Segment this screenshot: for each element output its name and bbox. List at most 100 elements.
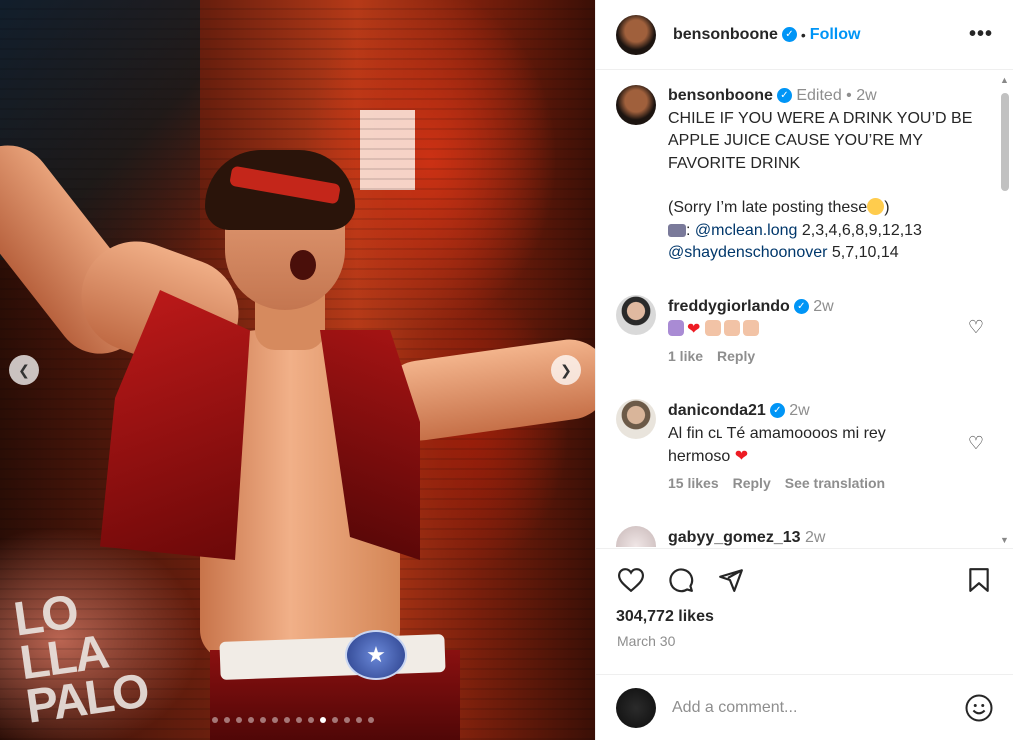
carousel-dot xyxy=(236,717,242,723)
caption-edited: Edited xyxy=(796,87,842,104)
performer-mouth xyxy=(290,250,316,280)
comment-time: 2w xyxy=(813,298,834,315)
carousel-next-button[interactable]: ❯ xyxy=(551,355,581,385)
carousel-dot xyxy=(284,717,290,723)
post-date: March 30 xyxy=(617,633,676,649)
scroll-up-arrow-icon[interactable]: ▲ xyxy=(1000,75,1009,85)
verified-badge-icon: ✓ xyxy=(769,403,785,419)
clapping-hands-icon xyxy=(742,320,759,336)
commenter-username[interactable]: gabyy_gomez_13 xyxy=(668,529,801,546)
comment-time: 2w xyxy=(789,402,810,419)
caption-credits-2: @shaydenschoonover 5,7,10,14 xyxy=(668,242,988,265)
clapping-hands-icon xyxy=(723,320,740,336)
comment-body: gabyy_gomez_13 2w xyxy=(668,526,948,547)
caption-sorry: (Sorry I’m late posting these xyxy=(668,199,868,216)
instagram-post-view: LOLLAPALO ★ ❮ ❯ bensonboone✓ • Follow xyxy=(0,0,1013,740)
comment-text: Al fin cʟ Té amamoooos mi rey hermoso ❤ xyxy=(668,422,948,468)
carousel-dot xyxy=(320,717,326,723)
carousel-dot xyxy=(344,717,350,723)
caption-sorry-end: ) xyxy=(884,199,890,216)
carousel-dot xyxy=(260,717,266,723)
performer-photo: ★ xyxy=(0,0,595,740)
credit-numbers-2: 5,7,10,14 xyxy=(827,244,899,261)
comment-time: 2w xyxy=(804,529,826,546)
caption-time: 2w xyxy=(856,87,877,104)
action-icons xyxy=(616,565,746,595)
comment-likes[interactable]: 1 like xyxy=(668,348,703,364)
scrollbar-thumb[interactable] xyxy=(1001,93,1009,191)
comment-item: daniconda21 ✓ 2w Al fin cʟ Té amamoooos m… xyxy=(616,399,986,495)
add-comment-input[interactable] xyxy=(672,698,964,717)
caption-separator: • xyxy=(846,87,852,104)
post-media[interactable]: LO LLA PALO ★ ❮ ❯ xyxy=(0,0,595,740)
mention-mclean-long[interactable]: @mclean.long xyxy=(695,222,798,239)
comment-item: freddygiorlando ✓ 2w ❤ 1 like Reply ♡ xyxy=(616,295,986,368)
comment-likes[interactable]: 15 likes xyxy=(668,475,719,491)
red-heart-icon: ❤ xyxy=(687,321,701,338)
caption-credits: : @mclean.long 2,3,4,6,8,9,12,13 xyxy=(668,220,988,243)
header-separator: • xyxy=(800,26,806,43)
reply-button[interactable]: Reply xyxy=(733,475,771,491)
credit-colon: : xyxy=(686,221,695,239)
author-username[interactable]: bensonboone ✓ xyxy=(673,26,797,44)
carousel-prev-button[interactable]: ❮ xyxy=(9,355,39,385)
commenter-avatar[interactable] xyxy=(616,295,656,335)
carousel-indicator xyxy=(212,717,374,723)
comments-list[interactable]: bensonboone ✓ Edited • 2w CHILE IF YOU WE… xyxy=(596,71,999,547)
post-header: bensonboone ✓ • Follow ••• xyxy=(596,0,1013,70)
current-user-avatar xyxy=(616,687,656,728)
like-heart-icon[interactable] xyxy=(616,565,646,595)
carousel-dot xyxy=(212,717,218,723)
bookmark-icon[interactable] xyxy=(964,565,994,595)
likes-count[interactable]: 304,772 likes xyxy=(616,608,714,626)
performer-belt xyxy=(219,634,446,680)
like-comment-heart-icon[interactable]: ♡ xyxy=(968,317,984,338)
comments-scrollbar[interactable]: ▲ ▼ xyxy=(996,71,1013,547)
comment-body: daniconda21 ✓ 2w Al fin cʟ Té amamoooos m… xyxy=(668,399,948,495)
grinning-face-icon xyxy=(867,198,885,215)
commenter-username[interactable]: daniconda21 ✓ xyxy=(668,402,785,419)
chevron-left-icon: ❮ xyxy=(18,361,30,378)
verified-badge-icon: ✓ xyxy=(776,88,792,104)
belt-buckle: ★ xyxy=(345,630,407,680)
commenter-avatar[interactable] xyxy=(616,526,656,547)
scroll-down-arrow-icon[interactable]: ▼ xyxy=(1000,535,1009,545)
comment-bubble-icon[interactable] xyxy=(666,565,696,595)
comment-emojis: ❤ xyxy=(668,318,948,341)
mention-shaydenschoonover[interactable]: @shaydenschoonover xyxy=(668,244,827,261)
caption-text: CHILE IF YOU WERE A DRINK YOU’D BE APPLE… xyxy=(668,109,973,172)
post-actions: 304,772 likes March 30 xyxy=(596,548,1013,688)
reply-button[interactable]: Reply xyxy=(717,348,755,364)
verified-badge-icon: ✓ xyxy=(793,299,809,315)
carousel-dot xyxy=(272,717,278,723)
carousel-dot xyxy=(356,717,362,723)
more-options-icon[interactable]: ••• xyxy=(969,23,993,46)
add-comment-bar xyxy=(596,674,1013,740)
caption-body: bensonboone ✓ Edited • 2w CHILE IF YOU WE… xyxy=(668,85,988,265)
caption-line-sorry: (Sorry I’m late posting these) xyxy=(668,197,988,220)
comment-meta: 1 like Reply xyxy=(668,345,948,368)
caption-avatar[interactable] xyxy=(616,85,656,125)
post-caption: bensonboone ✓ Edited • 2w CHILE IF YOU WE… xyxy=(616,85,988,265)
commenter-avatar[interactable] xyxy=(616,399,656,439)
comment-body: freddygiorlando ✓ 2w ❤ 1 like Reply xyxy=(668,295,948,368)
chevron-right-icon: ❯ xyxy=(560,361,572,378)
share-send-icon[interactable] xyxy=(716,565,746,595)
author-avatar[interactable] xyxy=(616,14,656,55)
caption-username[interactable]: bensonboone ✓ xyxy=(668,87,792,104)
post-side-panel: bensonboone ✓ • Follow ••• bensonboone ✓ E… xyxy=(595,0,1013,740)
emoji-smile-icon[interactable] xyxy=(964,693,994,723)
carousel-dot xyxy=(248,717,254,723)
clapping-hands-icon xyxy=(704,320,721,336)
comment-meta: 15 likes Reply See translation xyxy=(668,472,948,495)
comment-text-content: Al fin cʟ Té amamoooos mi rey hermoso xyxy=(668,425,886,465)
camera-icon xyxy=(668,223,686,237)
follow-button[interactable]: Follow xyxy=(810,26,861,44)
see-translation-button[interactable]: See translation xyxy=(785,475,885,491)
credit-numbers-1: 2,3,4,6,8,9,12,13 xyxy=(797,221,922,239)
carousel-dot xyxy=(332,717,338,723)
like-comment-heart-icon[interactable]: ♡ xyxy=(968,433,984,454)
commenter-username[interactable]: freddygiorlando ✓ xyxy=(668,298,809,315)
carousel-dot xyxy=(296,717,302,723)
